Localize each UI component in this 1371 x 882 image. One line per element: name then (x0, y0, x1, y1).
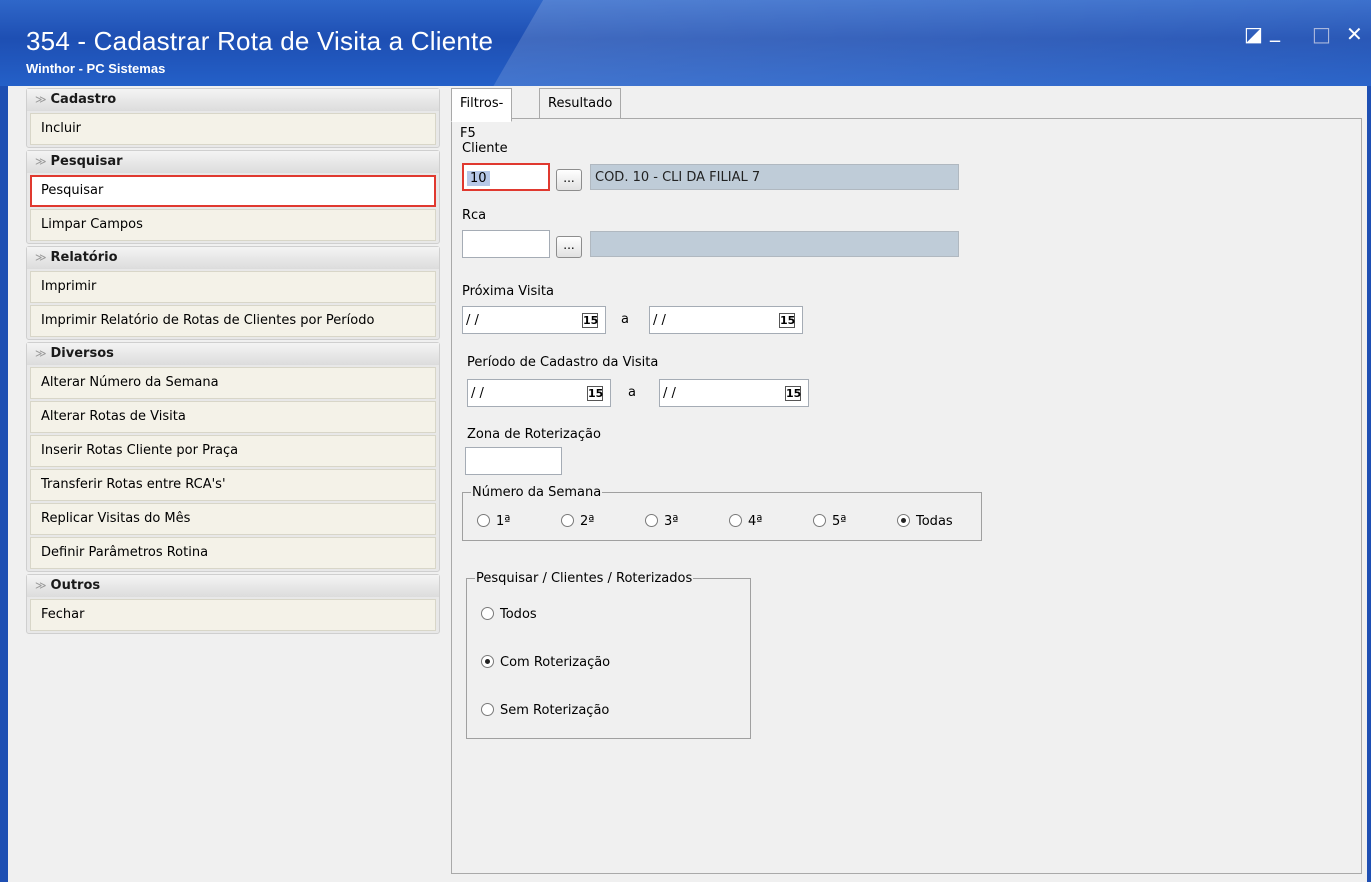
chevron-down-icon: ≫ (35, 155, 47, 168)
section-title: Relatório (50, 250, 118, 265)
section-title: Diversos (50, 346, 114, 361)
semana-radio-1[interactable]: 1ª (477, 513, 510, 531)
tab-filtros[interactable]: Filtros-F5 (451, 88, 513, 141)
radio-label: 3ª (664, 514, 679, 529)
cliente-description-field: COD. 10 - CLI DA FILIAL 7 (590, 164, 959, 190)
radio-label: 1ª (496, 514, 511, 529)
chevron-down-icon: ≫ (35, 347, 47, 360)
date-value: / / (653, 313, 666, 328)
date-value: / / (466, 313, 479, 328)
chevron-down-icon: ≫ (35, 579, 47, 592)
calendar-icon[interactable]: 15 (587, 386, 603, 401)
window-frame-right (1367, 86, 1371, 882)
range-separator: a (621, 312, 629, 327)
sidebar-item-definir-parametros[interactable]: Definir Parâmetros Rotina (30, 537, 436, 569)
sidebar: ≫ Cadastro Incluir ≫ Pesquisar Pesquisar L… (26, 88, 440, 636)
section-header-outros[interactable]: ≫ Outros (27, 575, 439, 597)
rca-lookup-button[interactable]: ... (556, 236, 582, 258)
section-outros: ≫ Outros Fechar (26, 574, 440, 634)
section-relatorio: ≫ Relatório Imprimir Imprimir Relatório d… (26, 246, 440, 340)
window-title: 354 - Cadastrar Rota de Visita a Cliente (26, 26, 494, 56)
tab-resultado-pesquisa[interactable]: Resultado da Pesquisa-F6 (539, 88, 622, 201)
numero-semana-legend: Número da Semana (472, 485, 602, 500)
radio-label: 5ª (832, 514, 847, 529)
date-value: / / (663, 386, 676, 401)
minimize-icon[interactable]: _ (1270, 20, 1280, 40)
radio-label: Todas (916, 514, 953, 529)
pesquisar-clientes-legend: Pesquisar / Clientes / Roterizados (476, 571, 693, 586)
sidebar-item-fechar[interactable]: Fechar (30, 599, 436, 631)
periodo-cadastro-label: Período de Cadastro da Visita (467, 355, 659, 370)
radio-label: Sem Roterização (500, 703, 610, 718)
section-pesquisar: ≫ Pesquisar Pesquisar Limpar Campos (26, 150, 440, 244)
semana-radio-todas[interactable]: Todas (897, 513, 953, 531)
restore-icon[interactable]: ◪ (1244, 24, 1263, 44)
sidebar-item-replicar-visitas[interactable]: Replicar Visitas do Mês (30, 503, 436, 535)
sidebar-item-limpar-campos[interactable]: Limpar Campos (30, 209, 436, 241)
window-frame-left (0, 86, 8, 882)
close-icon[interactable]: ✕ (1346, 24, 1363, 44)
sidebar-item-imprimir[interactable]: Imprimir (30, 271, 436, 303)
calendar-icon[interactable]: 15 (779, 313, 795, 328)
sidebar-item-alterar-numero-semana[interactable]: Alterar Número da Semana (30, 367, 436, 399)
section-cadastro: ≫ Cadastro Incluir (26, 88, 440, 148)
sidebar-item-alterar-rotas-visita[interactable]: Alterar Rotas de Visita (30, 401, 436, 433)
sidebar-item-incluir[interactable]: Incluir (30, 113, 436, 145)
sidebar-item-inserir-rotas-praca[interactable]: Inserir Rotas Cliente por Praça (30, 435, 436, 467)
proxima-visita-label: Próxima Visita (462, 284, 554, 299)
section-header-relatorio[interactable]: ≫ Relatório (27, 247, 439, 269)
calendar-icon[interactable]: 15 (785, 386, 801, 401)
rca-label: Rca (462, 208, 487, 223)
semana-radio-5[interactable]: 5ª (813, 513, 846, 531)
radio-label: Com Roterização (500, 655, 611, 670)
section-header-diversos[interactable]: ≫ Diversos (27, 343, 439, 365)
roterizados-radio-todos[interactable]: Todos (481, 606, 537, 624)
sidebar-item-transferir-rotas[interactable]: Transferir Rotas entre RCA's' (30, 469, 436, 501)
zona-roterizacao-label: Zona de Roterização (467, 427, 601, 442)
radio-label: 4ª (748, 514, 763, 529)
section-header-pesquisar[interactable]: ≫ Pesquisar (27, 151, 439, 173)
radio-icon (481, 703, 494, 716)
chevron-down-icon: ≫ (35, 93, 47, 106)
radio-label: Todos (500, 607, 537, 622)
radio-icon (813, 514, 826, 527)
cliente-lookup-button[interactable]: ... (556, 169, 582, 191)
semana-radio-4[interactable]: 4ª (729, 513, 762, 531)
title-bar-decoration (473, 0, 1371, 86)
section-diversos: ≫ Diversos Alterar Número da Semana Alter… (26, 342, 440, 572)
section-title: Cadastro (50, 92, 117, 107)
section-title: Outros (50, 578, 101, 593)
rca-code-input[interactable] (462, 230, 550, 258)
date-value: / / (471, 386, 484, 401)
sidebar-item-imprimir-relatorio-rotas[interactable]: Imprimir Relatório de Rotas de Clientes … (30, 305, 436, 337)
radio-icon (897, 514, 910, 527)
title-bar: 354 - Cadastrar Rota de Visita a Cliente… (0, 0, 1371, 86)
radio-icon (481, 607, 494, 620)
radio-icon (561, 514, 574, 527)
sidebar-item-pesquisar[interactable]: Pesquisar (30, 175, 436, 207)
radio-icon (729, 514, 742, 527)
range-separator: a (628, 385, 636, 400)
cliente-code-input[interactable]: 10 (462, 163, 550, 191)
filters-panel: Cliente 10 ... COD. 10 - CLI DA FILIAL 7… (451, 118, 1362, 874)
zona-roterizacao-input[interactable] (465, 447, 562, 475)
radio-icon (481, 655, 494, 668)
section-title: Pesquisar (50, 154, 123, 169)
chevron-down-icon: ≫ (35, 251, 47, 264)
roterizados-radio-com[interactable]: Com Roterização (481, 654, 610, 672)
calendar-icon[interactable]: 15 (582, 313, 598, 328)
rca-description-field (590, 231, 959, 257)
radio-icon (477, 514, 490, 527)
semana-radio-3[interactable]: 3ª (645, 513, 678, 531)
maximize-icon[interactable]: □ (1312, 24, 1331, 44)
radio-icon (645, 514, 658, 527)
semana-radio-2[interactable]: 2ª (561, 513, 594, 531)
radio-label: 2ª (580, 514, 595, 529)
roterizados-radio-sem[interactable]: Sem Roterização (481, 702, 609, 720)
cliente-code-value: 10 (467, 171, 490, 186)
section-header-cadastro[interactable]: ≫ Cadastro (27, 89, 439, 111)
window-subtitle: Winthor - PC Sistemas (26, 61, 166, 76)
